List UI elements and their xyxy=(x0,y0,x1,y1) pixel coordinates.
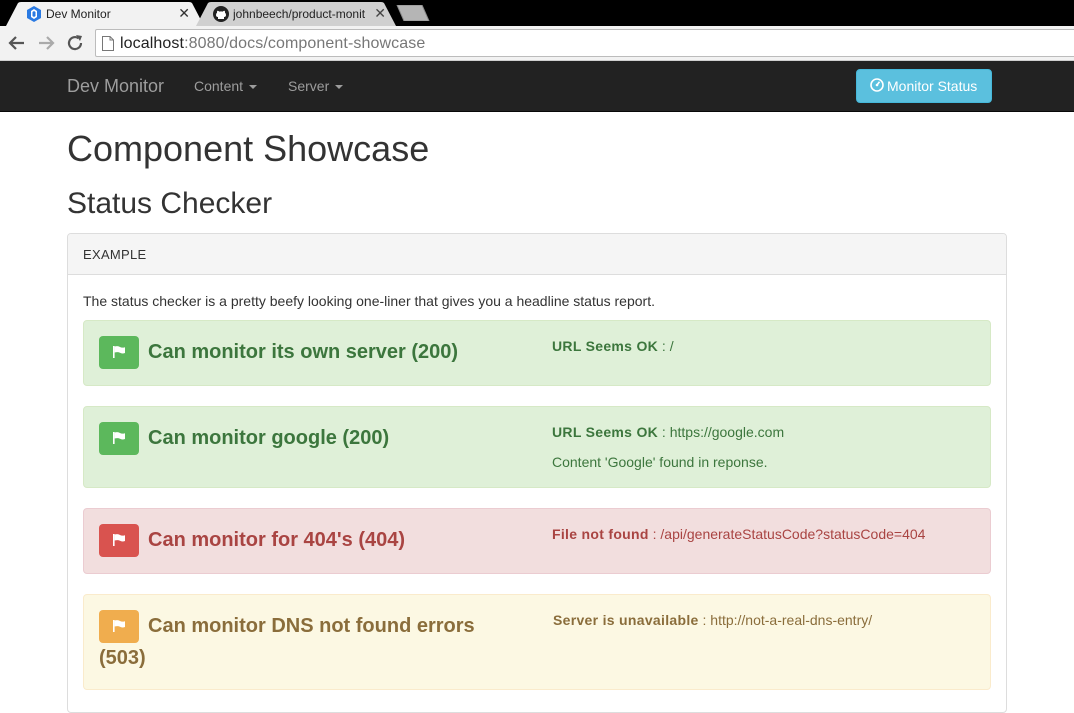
status-detail: URL Seems OK : https://google.com xyxy=(552,424,784,440)
tab-close-icon[interactable]: ✕ xyxy=(178,6,190,20)
flag-icon xyxy=(99,524,139,557)
status-detail-label: Server is unavailable xyxy=(553,612,699,628)
status-headline: Can monitor DNS not found errors xyxy=(148,615,475,637)
status-detail-label: URL Seems OK xyxy=(552,424,659,440)
status-report-success: Can monitor its own server (200) URL See… xyxy=(83,320,991,386)
status-detail-value: : https://google.com xyxy=(658,424,785,440)
url-host: localhost xyxy=(120,35,185,52)
github-icon xyxy=(213,6,229,22)
status-headline: Can monitor google (200) xyxy=(148,427,390,449)
dev-monitor-favicon-icon xyxy=(26,6,42,22)
tab-title: Dev Monitor xyxy=(46,7,111,21)
nav-menu-content[interactable]: Content xyxy=(194,78,258,94)
panel-heading: EXAMPLE xyxy=(68,234,1006,275)
status-detail: Server is unavailable : http://not-a-rea… xyxy=(553,612,872,628)
status-detail-content: Content 'Google' found in reponse. xyxy=(552,454,768,470)
status-headline-continued: (503) xyxy=(99,647,146,669)
flag-icon xyxy=(99,422,139,455)
monitor-status-button[interactable]: Monitor Status xyxy=(856,69,992,103)
status-report-success: Can monitor google (200) URL Seems OK : … xyxy=(83,406,991,488)
dashboard-icon xyxy=(870,78,884,92)
page-icon xyxy=(102,36,114,51)
status-detail-value: : / xyxy=(658,338,674,354)
status-report-danger: Can monitor for 404's (404) File not fou… xyxy=(83,508,991,574)
status-detail-label: File not found xyxy=(552,526,649,542)
section-title: Status Checker xyxy=(67,187,273,220)
caret-down-icon xyxy=(249,85,258,90)
nav-menu-server[interactable]: Server xyxy=(288,78,344,94)
reload-icon[interactable] xyxy=(65,33,85,53)
navbar-brand[interactable]: Dev Monitor xyxy=(67,76,164,97)
intro-text: The status checker is a pretty beefy loo… xyxy=(83,293,655,309)
tab-title: johnbeech/product-monit xyxy=(233,7,366,21)
panel-heading-label: EXAMPLE xyxy=(83,247,147,262)
example-panel: EXAMPLE The status checker is a pretty b… xyxy=(67,233,1007,713)
browser-tab-dev-monitor[interactable]: Dev Monitor ✕ xyxy=(6,2,204,26)
new-tab-button[interactable] xyxy=(396,5,430,21)
status-report-warning: Can monitor DNS not found errors (503) S… xyxy=(83,594,991,690)
tab-close-icon[interactable]: ✕ xyxy=(374,6,386,20)
browser-tab-github[interactable]: johnbeech/product-monit ✕ xyxy=(196,2,396,26)
browser-tabstrip: Dev Monitor ✕ johnbeech/product-monit ✕ xyxy=(0,0,1074,26)
status-detail: File not found : /api/generateStatusCode… xyxy=(552,526,925,542)
nav-menu-label: Content xyxy=(194,78,244,94)
status-detail-value: : /api/generateStatusCode?statusCode=404 xyxy=(648,526,926,542)
back-arrow-icon[interactable] xyxy=(7,33,27,53)
url-path: :8080/docs/component-showcase xyxy=(184,35,426,52)
status-detail: URL Seems OK : / xyxy=(552,338,674,354)
browser-toolbar: localhost:8080/docs/component-showcase xyxy=(0,26,1074,61)
status-detail-label: URL Seems OK xyxy=(552,338,659,354)
status-headline: Can monitor its own server (200) xyxy=(148,341,459,363)
status-detail-value: : http://not-a-real-dns-entry/ xyxy=(698,612,873,628)
address-bar[interactable]: localhost:8080/docs/component-showcase xyxy=(95,29,1074,57)
monitor-status-label: Monitor Status xyxy=(887,78,978,94)
flag-icon xyxy=(99,610,139,643)
app-navbar: Dev Monitor Content Server Monitor Statu… xyxy=(0,61,1074,112)
status-headline: Can monitor for 404's (404) xyxy=(148,529,406,551)
page-title: Component Showcase xyxy=(67,128,430,169)
forward-arrow-icon[interactable] xyxy=(36,33,56,53)
nav-menu-label: Server xyxy=(288,78,330,94)
caret-down-icon xyxy=(335,85,344,90)
url-text: localhost:8080/docs/component-showcase xyxy=(120,35,425,53)
flag-icon xyxy=(99,336,139,369)
